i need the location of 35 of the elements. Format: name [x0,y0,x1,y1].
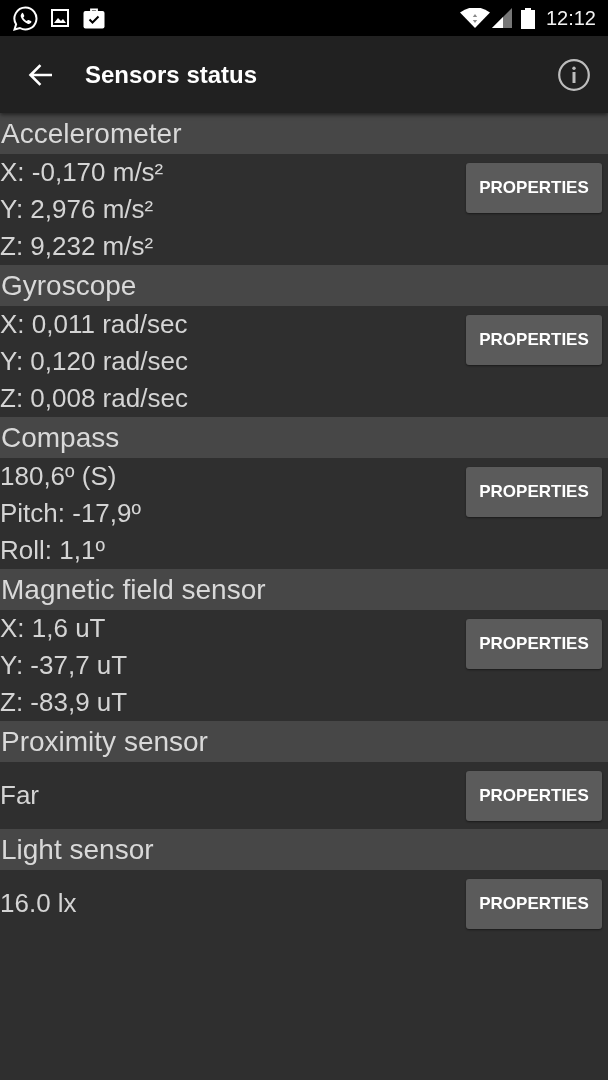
signal-icon [491,8,512,28]
section-header: Compass [0,417,608,458]
info-icon[interactable] [558,58,590,91]
sensor-reading: Z: -83,9 uT [0,686,129,719]
sensor-reading: X: -0,170 m/s² [0,156,165,189]
section-header: Light sensor [0,829,608,870]
sensor-reading: X: 0,011 rad/sec [0,308,189,341]
section-header: Gyroscope [0,265,608,306]
sensor-reading: Y: 0,120 rad/sec [0,345,189,378]
back-arrow-icon[interactable] [28,63,52,86]
properties-button[interactable]: PROPERTIES [466,163,602,213]
briefcase-check-icon [83,7,105,29]
properties-button[interactable]: PROPERTIES [466,315,602,365]
properties-button[interactable]: PROPERTIES [466,467,602,517]
section-header: Proximity sensor [0,721,608,762]
sensor-reading: Z: 0,008 rad/sec [0,382,189,415]
properties-button[interactable]: PROPERTIES [466,619,602,669]
screen-title: Sensors status [85,59,258,90]
section-header: Accelerometer [0,113,608,154]
sensor-reading: Pitch: -17,9º [0,497,142,530]
sensor-reading: Roll: 1,1º [0,534,106,567]
sensor-reading: Z: 9,232 m/s² [0,230,155,263]
phone-bubble-icon [13,5,38,31]
battery-icon [520,7,535,29]
sensor-reading: Y: -37,7 uT [0,649,129,682]
sensor-reading: Y: 2,976 m/s² [0,193,155,226]
clock-time: 12:12 [545,6,596,30]
image-icon [51,9,69,27]
sensor-reading: 16.0 lx [0,887,78,920]
properties-button[interactable]: PROPERTIES [466,771,602,821]
properties-button[interactable]: PROPERTIES [466,879,602,929]
sensor-reading: 180,6º (S) [0,460,118,493]
section-header: Magnetic field sensor [0,569,608,610]
sensor-reading: X: 1,6 uT [0,612,107,645]
sensor-reading: Far [0,779,40,812]
